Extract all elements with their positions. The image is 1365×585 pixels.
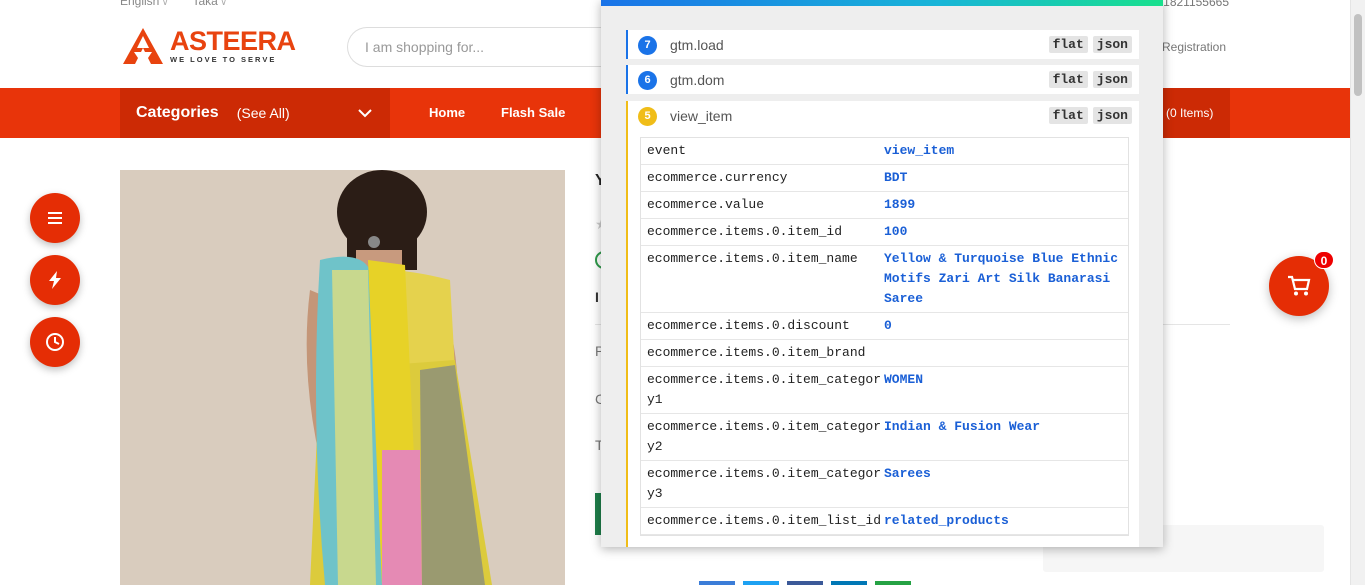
- data-key: ecommerce.items.0.item_id: [647, 224, 843, 239]
- data-key: event: [647, 143, 687, 158]
- event-number: 7: [638, 35, 657, 55]
- event-name: gtm.dom: [670, 72, 725, 88]
- event-item-gtm-dom[interactable]: 6 gtm.dom flat json: [626, 65, 1139, 94]
- event-item-gtm-load[interactable]: 7 gtm.load flat json: [626, 30, 1139, 59]
- clock-icon: [46, 333, 64, 351]
- panel-accent-bar: [601, 0, 1163, 6]
- data-value: Indian & Fusion Wear: [884, 419, 1041, 434]
- data-value: 0: [884, 318, 892, 333]
- flat-toggle[interactable]: flat: [1048, 107, 1088, 124]
- menu-icon: [48, 212, 62, 224]
- brand-name: ASTEERA: [170, 26, 296, 56]
- data-value: 1899: [884, 197, 916, 212]
- nav-cart[interactable]: (0 Items): [1160, 88, 1230, 138]
- table-row: ecommerce.items.0.item_list_id related_p…: [641, 508, 1128, 535]
- topbar: English Taka: [120, 0, 227, 8]
- data-key: ecommerce.items.0.item_category3: [647, 466, 882, 501]
- share-buttons: [699, 581, 911, 585]
- flat-toggle[interactable]: flat: [1048, 71, 1088, 88]
- data-value: view_item: [884, 143, 955, 158]
- saree-illustration: [120, 170, 565, 585]
- menu-fab[interactable]: [30, 193, 80, 243]
- data-value: WOMEN: [884, 372, 924, 387]
- event-number: 5: [638, 106, 657, 126]
- logo[interactable]: ASTEERA WE LOVE TO SERVE: [122, 26, 296, 66]
- table-row: ecommerce.items.0.item_category2 Indian …: [641, 414, 1128, 461]
- history-fab[interactable]: [30, 317, 80, 367]
- scroll-thumb[interactable]: [1354, 14, 1362, 96]
- data-key: ecommerce.items.0.item_category1: [647, 372, 882, 407]
- share-button[interactable]: [831, 581, 867, 585]
- json-toggle[interactable]: json: [1092, 107, 1132, 124]
- registration-link[interactable]: Registration: [1162, 40, 1226, 54]
- data-key: ecommerce.items.0.item_list_id: [647, 513, 882, 528]
- cart-count-badge: 0: [1314, 251, 1334, 269]
- brand-tagline: WE LOVE TO SERVE: [170, 55, 277, 64]
- data-value: related_products: [884, 513, 1009, 528]
- table-row: ecommerce.items.0.item_name Yellow & Tur…: [641, 246, 1128, 313]
- data-key: ecommerce.items.0.item_category2: [647, 419, 882, 454]
- event-name: gtm.load: [670, 37, 724, 53]
- product-image[interactable]: [120, 170, 565, 585]
- event-number: 6: [638, 70, 657, 90]
- data-value: Yellow & Turquoise Blue Ethnic Motifs Za…: [884, 251, 1119, 306]
- table-row: ecommerce.items.0.item_id 100: [641, 219, 1128, 246]
- share-button[interactable]: [699, 581, 735, 585]
- data-key: ecommerce.items.0.item_name: [647, 251, 858, 266]
- language-select[interactable]: English: [120, 0, 168, 8]
- see-all-link[interactable]: (See All): [237, 105, 290, 121]
- json-toggle[interactable]: json: [1092, 36, 1132, 53]
- categories-title: Categories: [136, 104, 219, 121]
- table-row: ecommerce.currency BDT: [641, 165, 1128, 192]
- nav-flash-sale[interactable]: Flash Sale: [501, 105, 565, 120]
- flat-toggle[interactable]: flat: [1048, 36, 1088, 53]
- event-name: view_item: [670, 108, 733, 124]
- data-key: ecommerce.currency: [647, 170, 788, 185]
- table-row: ecommerce.value 1899: [641, 192, 1128, 219]
- cart-icon: [1288, 275, 1311, 296]
- nav-home[interactable]: Home: [429, 105, 465, 120]
- data-value: 100: [884, 224, 908, 239]
- share-button[interactable]: [875, 581, 911, 585]
- data-value: Sarees: [884, 466, 931, 481]
- table-row: event view_item: [641, 138, 1128, 165]
- json-toggle[interactable]: json: [1092, 71, 1132, 88]
- data-value: [884, 343, 1128, 363]
- table-row: ecommerce.items.0.item_category3 Sarees: [641, 461, 1128, 508]
- event-data-table: event view_item ecommerce.currency BDT e…: [640, 137, 1129, 536]
- scrollbar[interactable]: [1350, 0, 1365, 585]
- phone-number: 01821155665: [1156, 0, 1229, 9]
- chevron-down-icon: [358, 109, 372, 118]
- share-button[interactable]: [743, 581, 779, 585]
- share-button[interactable]: [787, 581, 823, 585]
- lightning-icon: [49, 271, 61, 289]
- table-row: ecommerce.items.0.item_brand: [641, 340, 1128, 367]
- table-row: ecommerce.items.0.item_category1 WOMEN: [641, 367, 1128, 414]
- currency-select[interactable]: Taka: [192, 0, 226, 8]
- gtm-debug-panel: 7 gtm.load flat json 6 gtm.dom flat json…: [601, 0, 1163, 547]
- data-value: BDT: [884, 170, 908, 185]
- page: English Taka 01821155665 ASTEERA WE LOVE…: [0, 0, 1365, 585]
- logo-icon: [123, 28, 163, 64]
- table-row: ecommerce.items.0.discount 0: [641, 313, 1128, 340]
- flash-fab[interactable]: [30, 255, 80, 305]
- data-key: ecommerce.items.0.item_brand: [647, 345, 866, 360]
- product-info-label: I: [595, 289, 599, 305]
- data-key: ecommerce.items.0.discount: [647, 318, 850, 333]
- event-item-view-item[interactable]: 5 view_item flat json event view_item ec…: [626, 101, 1139, 547]
- data-key: ecommerce.value: [647, 197, 765, 212]
- categories-menu[interactable]: Categories (See All): [120, 88, 390, 138]
